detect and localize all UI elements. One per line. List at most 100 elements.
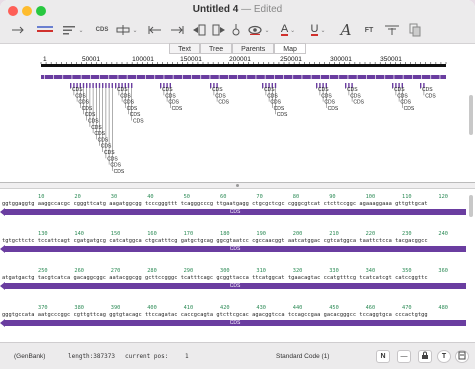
cds-feature-label[interactable]: CDS <box>101 144 112 150</box>
cds-feature-mark[interactable] <box>89 83 91 88</box>
tab-map[interactable]: Map <box>274 43 306 54</box>
cds-feature-label[interactable]: CDS <box>212 87 223 93</box>
dash-button[interactable]: — <box>397 350 411 363</box>
cds-feature-label[interactable]: CDS <box>347 87 358 93</box>
cds-feature-mark[interactable] <box>82 83 85 88</box>
map-view[interactable]: 1 50001 100001 150001 200001 250001 300001 3500… <box>0 55 475 183</box>
cds-feature-mark[interactable] <box>111 83 113 88</box>
cds-feature-label[interactable]: CDS <box>321 93 332 99</box>
cds-feature-bar[interactable]: CDS <box>0 319 466 327</box>
cds-feature-label[interactable]: CDS <box>350 93 361 99</box>
cds-feature-label[interactable]: CDS <box>107 156 118 162</box>
cds-feature-label[interactable]: CDS <box>162 87 173 93</box>
cds-feature-label[interactable]: CDS <box>85 112 96 118</box>
tab-parents[interactable]: Parents <box>232 43 275 54</box>
cds-feature-label[interactable]: CDS <box>264 87 275 93</box>
copy-icon[interactable] <box>406 21 424 39</box>
cds-feature-label[interactable]: CDS <box>353 100 364 106</box>
cds-feature-label[interactable]: CDS <box>215 93 226 99</box>
insert-feature-dropdown[interactable]: ⌄ <box>114 21 140 39</box>
n-button[interactable]: N <box>376 350 390 363</box>
genetic-code-selector[interactable]: Standard Code (1) <box>276 353 329 360</box>
text-color-dropdown[interactable]: A ⌄ <box>276 21 300 39</box>
cds-feature-label[interactable]: CDS <box>94 131 105 137</box>
cds-feature-bar[interactable]: CDS <box>0 208 466 216</box>
cds-feature-label[interactable]: CDS <box>75 93 86 99</box>
visibility-dropdown[interactable]: ⌄ <box>246 21 272 39</box>
underline-dropdown[interactable]: U ⌄ <box>306 21 330 39</box>
cds-feature-label[interactable]: CDS <box>165 93 176 99</box>
cds-feature-mark[interactable] <box>127 83 130 88</box>
cds-feature-label[interactable]: CDS <box>133 119 144 125</box>
cds-feature-label[interactable]: CDS <box>400 100 411 106</box>
font-button[interactable]: FT <box>360 21 378 39</box>
cds-feature-label[interactable]: CDS <box>318 87 329 93</box>
cds-feature-label[interactable]: CDS <box>394 87 405 93</box>
cds-feature-label[interactable]: CDS <box>72 87 83 93</box>
map-scrollbar[interactable] <box>469 95 473 135</box>
tab-text[interactable]: Text <box>169 43 200 54</box>
sequence-scrollbar[interactable] <box>469 195 473 217</box>
cds-feature-label[interactable]: CDS <box>82 106 93 112</box>
t-button[interactable]: T <box>437 350 451 363</box>
cds-feature-label[interactable]: CDS <box>114 169 125 175</box>
tab-tree[interactable]: Tree <box>199 43 233 54</box>
cds-feature-label[interactable]: CDS <box>218 100 229 106</box>
cds-feature-label[interactable]: CDS <box>168 100 179 106</box>
arrow-right-icon[interactable] <box>8 21 28 39</box>
cds-feature-mark[interactable] <box>95 83 97 88</box>
cds-feature-label[interactable]: CDS <box>277 112 288 118</box>
cds-feature-mark[interactable] <box>274 83 277 88</box>
feature-style-dropdown[interactable]: ⌄ <box>60 21 86 39</box>
cds-feature-label[interactable]: CDS <box>270 100 281 106</box>
display-settings-icon[interactable] <box>455 350 469 363</box>
cds-feature-label[interactable]: CDS <box>425 93 436 99</box>
genome-map[interactable]: 1 50001 100001 150001 200001 250001 300001 3500… <box>0 55 475 183</box>
cds-feature-label[interactable]: CDS <box>88 119 99 125</box>
cds-feature-mark[interactable] <box>86 83 88 88</box>
cds-feature-mark[interactable] <box>105 83 107 88</box>
sequence-text[interactable]: gggtgccata aatgcccggc cgttgttcag ggtgtac… <box>2 312 428 318</box>
align-icon[interactable] <box>382 21 402 39</box>
cds-feature-label[interactable]: CDS <box>397 93 408 99</box>
next-feature-icon[interactable] <box>210 21 228 39</box>
sequence-text[interactable]: tgtgcttctc tccattcagt cgatgatgcg catcatg… <box>2 238 428 244</box>
cds-feature-label[interactable]: CDS <box>104 150 115 156</box>
cds-feature-label[interactable]: CDS <box>404 106 415 112</box>
sequence-text[interactable]: atgatgactg tacgtcatca gacaggcggc aatacgg… <box>2 275 428 281</box>
cds-feature-bar[interactable]: CDS <box>0 282 466 290</box>
lock-icon[interactable] <box>418 350 432 363</box>
cds-feature-label[interactable]: CDS <box>78 100 89 106</box>
go-to-end-icon[interactable] <box>168 21 186 39</box>
line-style-icon[interactable] <box>33 21 57 39</box>
cds-feature-mark[interactable] <box>131 83 133 88</box>
italic-font-icon[interactable]: A <box>338 21 354 39</box>
cds-feature-label[interactable]: CDS <box>130 112 141 118</box>
go-to-start-icon[interactable] <box>146 21 164 39</box>
cds-feature-label[interactable]: CDS <box>328 106 339 112</box>
cds-feature-label[interactable]: CDS <box>98 137 109 143</box>
cds-feature-label[interactable]: CDS <box>110 163 121 169</box>
cds-feature-mark[interactable] <box>92 83 94 88</box>
divider-handle[interactable] <box>236 184 239 187</box>
cds-feature-label[interactable]: CDS <box>91 125 102 131</box>
cds-feature-label[interactable]: CDS <box>422 87 433 93</box>
cds-feature-label[interactable]: CDS <box>117 87 128 93</box>
cds-feature-mark[interactable] <box>98 83 101 88</box>
cds-feature-mark[interactable] <box>108 83 110 88</box>
sequence-view[interactable]: 10 20 30 40 50 60 70 80 90 100 110 120 ggtggaggtg aa… <box>0 189 475 342</box>
cds-button[interactable]: CDS <box>92 21 112 39</box>
cds-feature-label[interactable]: CDS <box>324 100 335 106</box>
cds-feature-label[interactable]: CDS <box>172 106 183 112</box>
sequence-text[interactable]: ggtggaggtg aaggccacgc cgggttcatg aagatgg… <box>2 201 428 207</box>
circle-marker-icon[interactable] <box>228 21 244 39</box>
cds-feature-mark[interactable] <box>102 83 104 88</box>
previous-feature-icon[interactable] <box>190 21 208 39</box>
cds-feature-label[interactable]: CDS <box>123 100 134 106</box>
cds-feature-label[interactable]: CDS <box>120 93 131 99</box>
cds-feature-label[interactable]: CDS <box>267 93 278 99</box>
window-title: Untitled 4 — Edited <box>0 4 475 15</box>
cds-feature-label[interactable]: CDS <box>274 106 285 112</box>
cds-feature-bar[interactable]: CDS <box>0 245 466 253</box>
cds-feature-label[interactable]: CDS <box>127 106 138 112</box>
